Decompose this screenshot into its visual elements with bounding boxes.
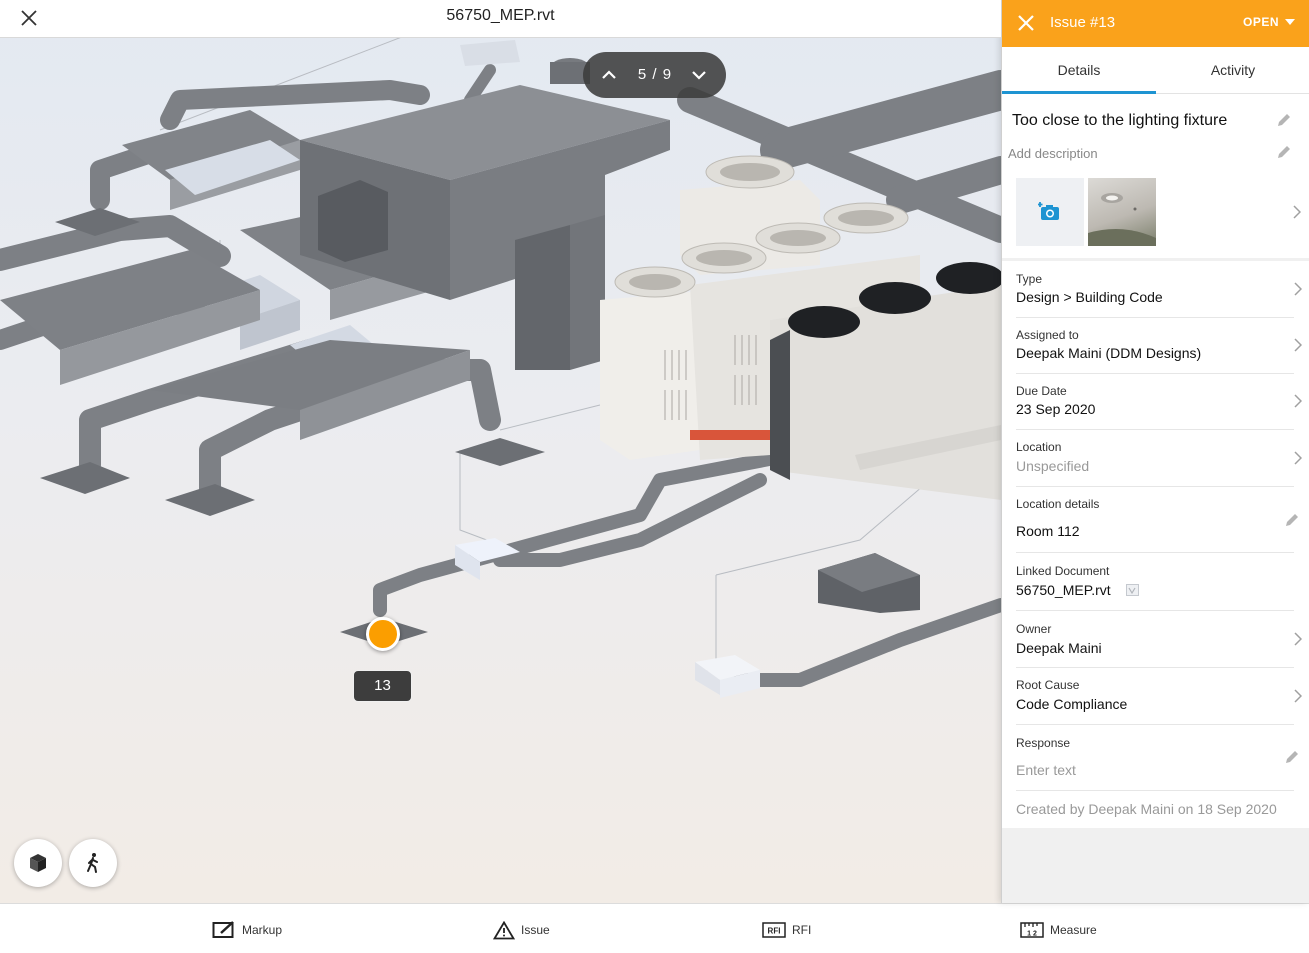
svg-text:RFI: RFI (768, 927, 781, 936)
field-location-details[interactable]: Location details Room 112 (1016, 487, 1298, 553)
rfi-button[interactable]: RFI RFI (762, 919, 811, 941)
issue-panel-header: Issue #13 OPEN (1002, 0, 1309, 47)
svg-text:1 2: 1 2 (1027, 931, 1037, 938)
field-value: Room 112 (1016, 523, 1080, 539)
issue-button[interactable]: Issue (493, 919, 550, 941)
issue-pin-marker[interactable] (366, 617, 400, 651)
close-panel-icon[interactable] (1015, 12, 1037, 34)
walk-mode-button[interactable] (69, 839, 117, 887)
field-label: Type (1016, 272, 1043, 286)
field-root-cause[interactable]: Root Cause Code Compliance (1016, 668, 1302, 725)
chevron-right-icon (1294, 689, 1302, 703)
chevron-right-icon (1294, 632, 1302, 646)
model-viewer[interactable]: 5 / 9 13 (0, 0, 1001, 903)
model-view-button[interactable] (14, 839, 62, 887)
field-owner[interactable]: Owner Deepak Maini (1016, 611, 1302, 668)
markup-label: Markup (242, 923, 283, 937)
chevron-right-icon (1294, 338, 1302, 352)
field-value: Code Compliance (1016, 696, 1128, 712)
document-title-bar: 56750_MEP.rvt (0, 0, 1001, 38)
walk-person-icon (87, 853, 98, 873)
tab-activity[interactable]: Activity (1156, 47, 1309, 94)
issue-name[interactable]: Too close to the lighting fixture (1012, 112, 1227, 130)
measure-button[interactable]: 1 2 Measure (1020, 919, 1097, 941)
created-by-note: Created by Deepak Maini on 18 Sep 2020 (1016, 801, 1277, 817)
field-label: Owner (1016, 622, 1052, 636)
field-assigned-to[interactable]: Assigned to Deepak Maini (DDM Designs) (1016, 318, 1302, 374)
field-response[interactable]: Response Enter text (1016, 725, 1298, 791)
chevron-up-icon[interactable] (597, 63, 621, 87)
markup-icon (212, 921, 234, 938)
field-location[interactable]: Location Unspecified (1016, 430, 1302, 487)
rfi-label: RFI (792, 923, 812, 937)
field-value: 23 Sep 2020 (1016, 401, 1096, 417)
chevron-right-icon (1294, 394, 1302, 408)
chevron-right-icon (1294, 282, 1302, 296)
field-value: Deepak Maini (DDM Designs) (1016, 345, 1202, 361)
issue-pager: 5 / 9 (583, 52, 726, 98)
add-photo-button[interactable] (1016, 178, 1084, 246)
status-value: OPEN (1242, 15, 1279, 29)
tab-details[interactable]: Details (1002, 47, 1156, 94)
photo-thumbnail[interactable] (1088, 178, 1156, 246)
field-value: 56750_MEP.rvt (1016, 582, 1111, 598)
rfi-icon: RFI (762, 922, 786, 938)
chevron-down-icon[interactable] (687, 63, 711, 87)
pager-count: 5 / 9 (637, 66, 673, 83)
issue-warning-icon (493, 920, 515, 939)
panel-footer-area (1002, 828, 1309, 903)
field-label: Location details (1016, 497, 1100, 511)
issue-title: Issue #13 (1050, 14, 1116, 31)
bottom-toolbar: Markup Issue RFI RFI 1 2 Measure (0, 903, 1309, 953)
field-label: Assigned to (1016, 328, 1079, 342)
field-value: Design > Building Code (1016, 289, 1163, 305)
field-linked-document[interactable]: Linked Document 56750_MEP.rvt (1016, 553, 1294, 611)
field-value: Deepak Maini (1016, 640, 1102, 656)
field-label: Response (1016, 736, 1071, 750)
document-title: 56750_MEP.rvt (446, 7, 555, 24)
ceiling-light-photo (1088, 193, 1156, 246)
measure-label: Measure (1050, 923, 1097, 937)
chevron-right-icon[interactable] (1293, 205, 1301, 219)
status-dropdown[interactable]: OPEN (1243, 15, 1295, 29)
section-divider (1002, 258, 1309, 261)
field-value: Unspecified (1016, 458, 1090, 474)
photo-attachments[interactable] (1016, 178, 1301, 246)
chevron-right-icon (1294, 451, 1302, 465)
field-due-date[interactable]: Due Date 23 Sep 2020 (1016, 374, 1302, 430)
field-label: Location (1016, 440, 1062, 454)
issue-label: Issue (521, 923, 550, 937)
issue-pin-number[interactable]: 13 (353, 670, 412, 702)
measure-ruler-icon: 1 2 (1020, 922, 1044, 938)
caret-down-icon (1285, 19, 1295, 25)
edit-pencil-icon[interactable] (1276, 144, 1292, 160)
add-camera-icon (1038, 202, 1059, 220)
field-label: Due Date (1016, 384, 1067, 398)
field-label: Root Cause (1016, 678, 1080, 692)
mep-3d-model[interactable] (0, 0, 1001, 903)
issue-detail-panel: Issue #13 OPEN Details Activity Too clos… (1001, 0, 1309, 903)
response-input[interactable]: Enter text (1016, 762, 1076, 778)
field-type[interactable]: Type Design > Building Code (1016, 262, 1302, 318)
edit-pencil-icon[interactable] (1276, 112, 1292, 128)
field-label: Linked Document (1016, 564, 1110, 578)
edit-pencil-icon (1286, 751, 1298, 763)
markup-button[interactable]: Markup (212, 919, 282, 941)
edit-pencil-icon (1286, 514, 1298, 526)
panel-tabs: Details Activity (1002, 47, 1309, 94)
model-cube-icon (30, 854, 46, 872)
add-description-field[interactable]: Add description (1008, 146, 1098, 161)
document-version-icon (1126, 584, 1139, 596)
